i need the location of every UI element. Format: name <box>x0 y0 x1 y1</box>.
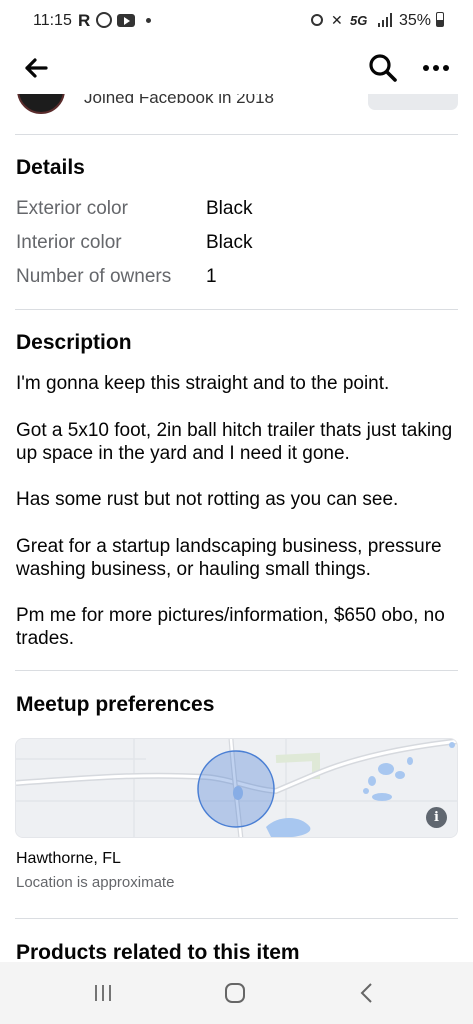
detail-label: Number of owners <box>16 266 172 287</box>
map-info-icon[interactable]: i <box>426 807 447 828</box>
divider <box>15 670 458 671</box>
alarm-icon <box>311 14 323 26</box>
carrier-r-icon: R <box>78 11 91 30</box>
seller-avatar[interactable] <box>17 94 65 114</box>
battery-icon <box>436 12 444 27</box>
description-paragraph: Got a 5x10 foot, 2in ball hitch trailer … <box>16 420 453 464</box>
description-title: Description <box>16 331 132 354</box>
description-paragraph: I'm gonna keep this straight and to the … <box>16 373 390 394</box>
battery-percent: 35% <box>399 12 432 29</box>
network-type: 5G <box>350 13 368 28</box>
seller-action-button[interactable] <box>368 94 458 110</box>
search-icon[interactable] <box>366 51 400 85</box>
more-dots-icon[interactable] <box>418 52 454 84</box>
detail-value: 1 <box>206 266 217 287</box>
detail-label: Interior color <box>16 232 122 253</box>
system-back-icon[interactable] <box>358 982 376 1004</box>
notification-circle-icon <box>96 12 112 28</box>
youtube-icon <box>117 14 135 27</box>
description-paragraph: Pm me for more pictures/information, $65… <box>16 605 445 649</box>
top-app-bar <box>0 42 473 94</box>
status-time: 11:15 <box>33 12 72 29</box>
description-paragraph: Great for a startup landscaping business… <box>16 536 442 580</box>
status-bar: 11:15 R ✕ 5G 35% <box>0 0 473 42</box>
seller-row: Joined Facebook in 2018 <box>0 94 473 118</box>
system-navigation-bar <box>0 962 473 1024</box>
divider <box>15 309 458 310</box>
recent-apps-icon[interactable] <box>93 983 113 1003</box>
map-graphic <box>16 739 457 837</box>
mute-icon: ✕ <box>331 12 343 28</box>
signal-icon <box>378 13 394 27</box>
detail-value: Black <box>206 198 253 219</box>
home-icon[interactable] <box>224 982 246 1004</box>
divider <box>15 134 458 135</box>
location-map[interactable]: i <box>15 738 458 838</box>
details-title: Details <box>16 156 85 179</box>
meetup-location: Hawthorne, FL <box>16 850 121 867</box>
notification-dot-icon <box>146 18 151 23</box>
detail-label: Exterior color <box>16 198 128 219</box>
seller-joined-text: Joined Facebook in 2018 <box>84 94 274 107</box>
detail-value: Black <box>206 232 253 253</box>
meetup-title: Meetup preferences <box>16 693 215 716</box>
divider <box>15 918 458 919</box>
description-paragraph: Has some rust but not rotting as you can… <box>16 489 399 510</box>
back-arrow-icon[interactable] <box>20 52 52 84</box>
meetup-location-note: Location is approximate <box>16 874 175 891</box>
